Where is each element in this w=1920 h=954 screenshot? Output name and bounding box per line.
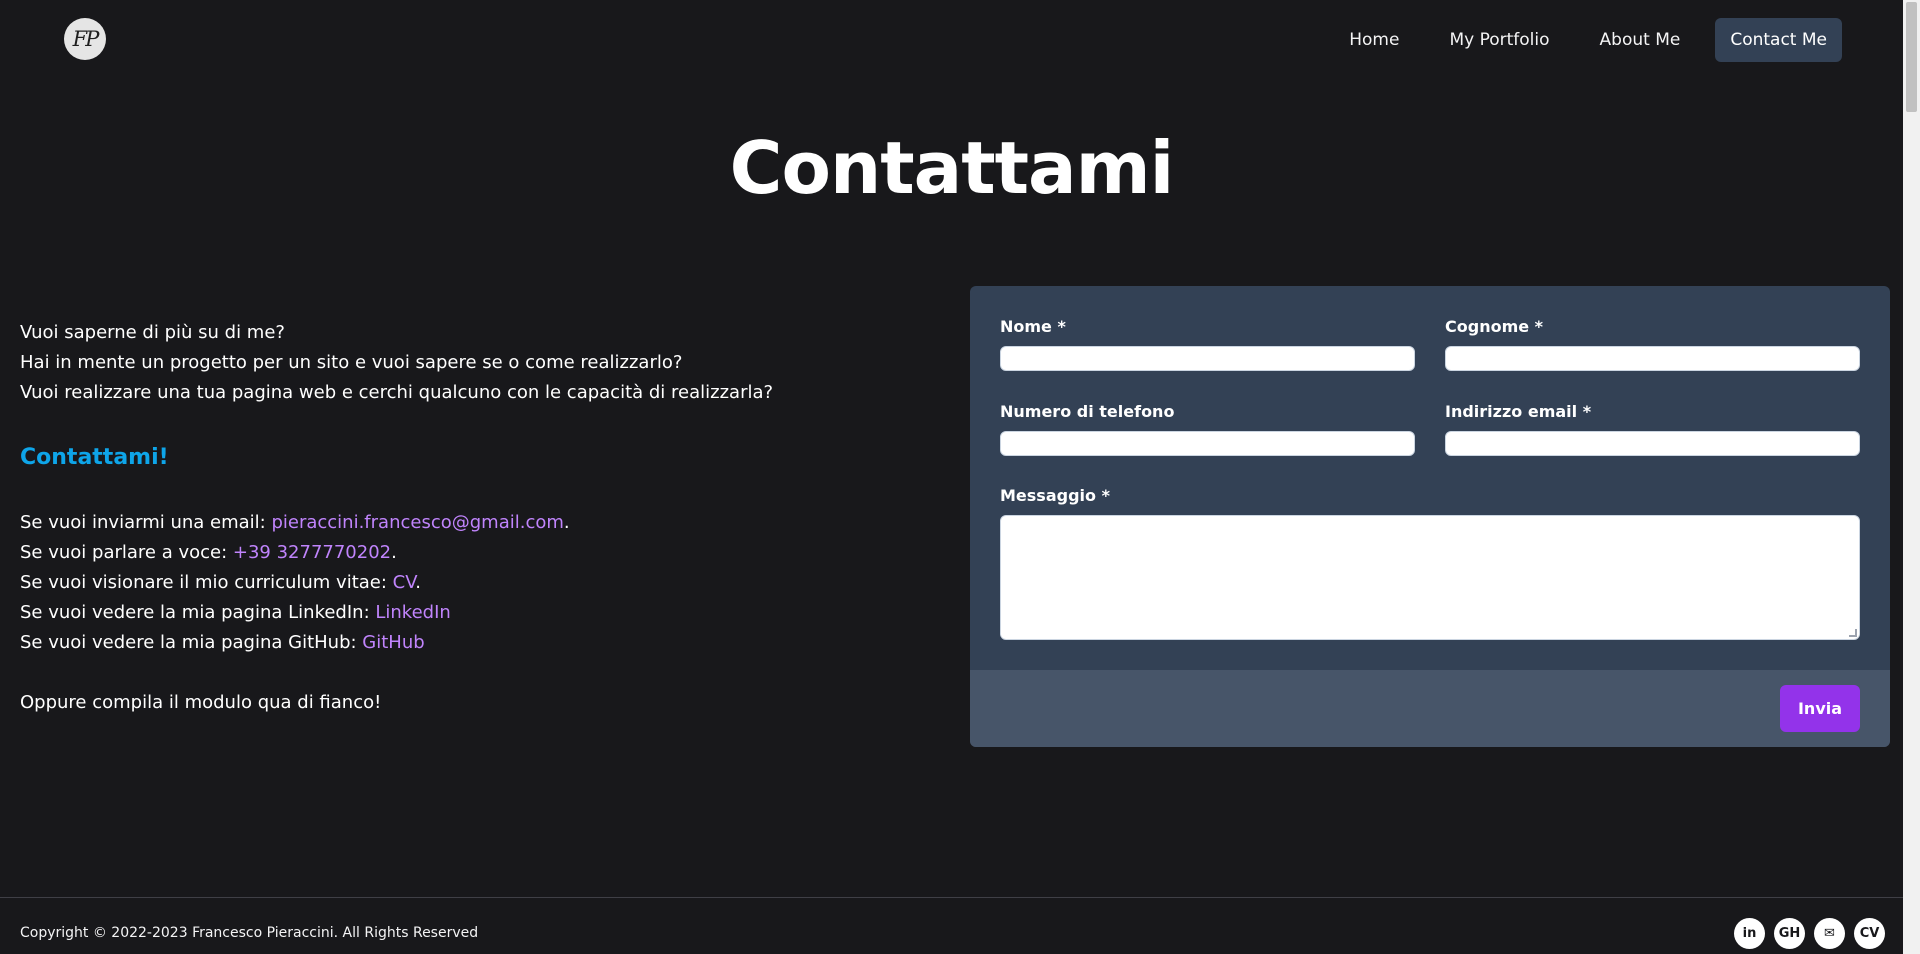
nav-contact-me[interactable]: Contact Me	[1715, 18, 1842, 62]
field-nome: Nome *	[1000, 316, 1415, 371]
field-cognome: Cognome *	[1445, 316, 1860, 371]
intro-closing: Oppure compila il modulo qua di fianco!	[20, 692, 382, 713]
main-nav: Home My Portfolio About Me Contact Me	[1314, 18, 1842, 62]
nome-input[interactable]	[1000, 346, 1415, 371]
nome-label: Nome *	[1000, 317, 1066, 336]
field-messaggio: Messaggio *	[1000, 485, 1860, 640]
nav-home[interactable]: Home	[1334, 18, 1414, 62]
field-email: Indirizzo email *	[1445, 401, 1860, 456]
field-telefono: Numero di telefono	[1000, 401, 1415, 456]
submit-button[interactable]: Invia	[1780, 685, 1860, 732]
contact-cv-line: Se vuoi visionare il mio curriculum vita…	[20, 572, 421, 593]
messaggio-textarea[interactable]	[1000, 515, 1860, 640]
scrollbar[interactable]	[1903, 0, 1920, 954]
social-links: in GH ✉ CV	[1734, 918, 1885, 949]
form-footer: Invia	[970, 670, 1890, 747]
contact-email-line: Se vuoi inviarmi una email: pieraccini.f…	[20, 512, 570, 533]
contact-github-line: Se vuoi vedere la mia pagina GitHub: Git…	[20, 632, 425, 653]
mail-icon[interactable]: ✉	[1814, 918, 1845, 949]
contact-linkedin-line: Se vuoi vedere la mia pagina LinkedIn: L…	[20, 602, 451, 623]
telefono-input[interactable]	[1000, 431, 1415, 456]
messaggio-label: Messaggio *	[1000, 486, 1110, 505]
logo[interactable]: FP	[64, 18, 106, 60]
email-input[interactable]	[1445, 431, 1860, 456]
linkedin-icon[interactable]: in	[1734, 918, 1765, 949]
scrollbar-thumb[interactable]	[1906, 2, 1917, 112]
github-icon[interactable]: GH	[1774, 918, 1805, 949]
intro-line: Vuoi saperne di più su di me?	[20, 322, 285, 343]
contact-form: Nome * Cognome * Numero di telefono Indi…	[970, 286, 1890, 747]
cv-link[interactable]: CV	[393, 572, 416, 593]
site-header: FP Home My Portfolio About Me Contact Me	[0, 0, 1903, 80]
page-title: Contattami	[729, 126, 1175, 210]
email-link[interactable]: pieraccini.francesco@gmail.com	[271, 512, 563, 533]
phone-link[interactable]: +39 3277770202	[233, 542, 391, 563]
github-link[interactable]: GitHub	[362, 632, 424, 653]
cognome-label: Cognome *	[1445, 317, 1544, 336]
site-footer: Copyright © 2022-2023 Francesco Pieracci…	[0, 897, 1903, 954]
cognome-input[interactable]	[1445, 346, 1860, 371]
nav-about-me[interactable]: About Me	[1585, 18, 1696, 62]
resize-handle-icon[interactable]	[1849, 629, 1857, 637]
copyright-text: Copyright © 2022-2023 Francesco Pieracci…	[20, 925, 479, 941]
contact-heading: Contattami!	[20, 445, 169, 470]
contact-phone-line: Se vuoi parlare a voce: +39 3277770202.	[20, 542, 397, 563]
nav-my-portfolio[interactable]: My Portfolio	[1434, 18, 1564, 62]
linkedin-link[interactable]: LinkedIn	[375, 602, 450, 623]
cv-icon[interactable]: CV	[1854, 918, 1885, 949]
intro-line: Vuoi realizzare una tua pagina web e cer…	[20, 382, 774, 403]
telefono-label: Numero di telefono	[1000, 402, 1175, 421]
email-label: Indirizzo email *	[1445, 402, 1592, 421]
intro-line: Hai in mente un progetto per un sito e v…	[20, 352, 683, 373]
contact-intro: Vuoi saperne di più su di me? Hai in men…	[20, 318, 920, 718]
